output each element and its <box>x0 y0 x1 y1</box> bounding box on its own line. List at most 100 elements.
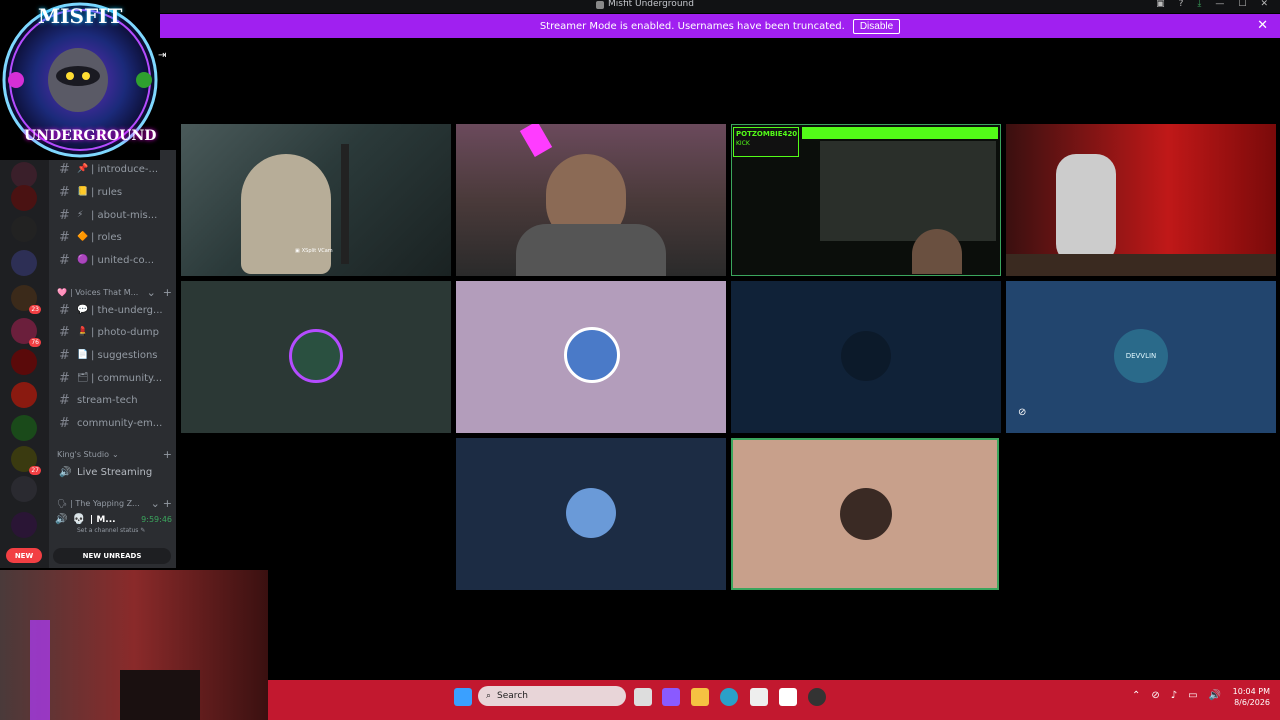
server-icon[interactable] <box>11 382 37 408</box>
avatar-tile-3[interactable] <box>731 281 1001 433</box>
video-tile-screenshare-kick[interactable]: POTZOMBIE420 KICK <box>731 124 1001 276</box>
windows-start-icon[interactable] <box>454 688 472 706</box>
new-badge[interactable]: NEW <box>6 548 42 563</box>
server-icon[interactable] <box>11 349 37 375</box>
close-window-button[interactable]: ✕ <box>1260 0 1268 9</box>
camera-icon: ▣ <box>295 248 300 254</box>
channel-name: | introduce-... <box>91 163 159 175</box>
hash-icon: # <box>59 415 70 431</box>
channel-emoji: 💄 <box>77 327 89 337</box>
maximize-button[interactable]: ☐ <box>1238 0 1246 9</box>
server-icon[interactable] <box>11 250 37 276</box>
channel-item[interactable]: # community-em... <box>49 413 176 433</box>
channel-item[interactable]: # 📄 | suggestions <box>49 345 176 365</box>
taskbar-search[interactable]: ⌕ Search <box>478 686 626 706</box>
chevron-up-icon[interactable]: ⌃ <box>1132 690 1140 701</box>
channel-item[interactable]: # ⚡ | about-mis... <box>49 205 176 225</box>
disable-streamer-mode-button[interactable]: Disable <box>852 18 901 34</box>
kick-label: KICK <box>736 140 750 147</box>
channel-item[interactable]: # 💬 | the-underg... <box>49 300 176 320</box>
channel-emoji: 📄 <box>77 350 89 360</box>
channel-emoji: 🗂 <box>77 373 89 383</box>
channel-name: | about-mis... <box>91 209 158 221</box>
streamer-mode-banner: Streamer Mode is enabled. Usernames have… <box>160 14 1280 38</box>
channel-item[interactable]: # 💄 | photo-dump <box>49 322 176 342</box>
new-unreads-button[interactable]: NEW UNREADS <box>53 548 171 564</box>
microphone-icon[interactable]: ♪ <box>1171 690 1177 701</box>
chevron-down-icon: ⌄ <box>112 450 119 459</box>
edge-icon[interactable] <box>720 688 738 706</box>
hash-icon: # <box>59 324 70 340</box>
add-channel-icon[interactable]: + <box>163 497 172 510</box>
speaker-icon: 🔊 <box>59 466 72 478</box>
obs-icon[interactable] <box>808 688 826 706</box>
avatar-text: DEVVLIN <box>1125 352 1157 360</box>
system-clock[interactable]: 10:04 PM 8/6/2026 <box>1233 686 1270 708</box>
collapse-icon[interactable]: ⇥ <box>158 50 166 61</box>
server-icon[interactable] <box>11 415 37 441</box>
server-list: 23 76 27 <box>0 150 49 568</box>
mute-stream-icon[interactable]: ⊘ <box>1018 407 1026 418</box>
server-icon[interactable] <box>11 216 37 242</box>
store-icon[interactable] <box>750 688 768 706</box>
hash-icon: # <box>59 161 70 177</box>
hash-icon: # <box>59 184 70 200</box>
notepad-icon[interactable] <box>779 688 797 706</box>
video-tile-cam-4[interactable] <box>1006 124 1276 276</box>
channel-emoji: 💬 <box>77 305 89 315</box>
channel-item[interactable]: # 📒 | rules <box>49 182 176 202</box>
hash-icon: # <box>59 347 70 363</box>
server-icon[interactable]: 23 <box>11 285 41 314</box>
server-icon[interactable]: 76 <box>11 318 41 347</box>
voice-channel-live-streaming[interactable]: 🔊 Live Streaming <box>49 462 176 482</box>
channel-item[interactable]: # stream-tech <box>49 390 176 410</box>
network-icon[interactable]: ⊘ <box>1151 690 1159 701</box>
channel-emoji: ⚡ <box>77 210 84 220</box>
video-tile-cam-1[interactable]: ▣ XSplit VCam <box>181 124 451 276</box>
minimize-button[interactable]: — <box>1215 0 1224 9</box>
server-icon[interactable] <box>11 512 37 538</box>
clock-time: 10:04 PM <box>1232 687 1270 696</box>
server-icon[interactable] <box>11 185 37 211</box>
category-kings-studio[interactable]: King's Studio ⌄ + <box>57 448 172 461</box>
channel-name: | rules <box>91 186 123 198</box>
avatar-tile-4[interactable]: DEVVLIN ⊘ <box>1006 281 1276 433</box>
download-icon[interactable]: ⤓ <box>1197 0 1201 9</box>
display-icon[interactable]: ▭ <box>1188 690 1197 701</box>
kick-channel-title: POTZOMBIE420 <box>736 130 798 138</box>
server-icon[interactable]: 27 <box>11 446 41 475</box>
channel-item[interactable]: # 🔶 | roles <box>49 227 176 247</box>
inbox-icon[interactable]: ▣ <box>1156 0 1165 9</box>
channel-item[interactable]: # 🗂 | community... <box>49 368 176 388</box>
skull-icon: 💀 <box>72 514 85 525</box>
help-icon[interactable]: ? <box>1179 0 1184 9</box>
avatar-tile-6-speaking[interactable] <box>731 438 999 590</box>
kick-overlay: POTZOMBIE420 KICK <box>733 127 799 157</box>
add-channel-icon[interactable]: + <box>163 448 172 461</box>
file-explorer-icon[interactable] <box>691 688 709 706</box>
user-avatar: DEVVLIN <box>1114 329 1168 383</box>
category-yapping[interactable]: 🗣 | The Yapping Z... ⌄ + <box>57 497 172 510</box>
channel-name: stream-tech <box>77 394 138 406</box>
channel-item[interactable]: # 🟣 | united-co... <box>49 250 176 270</box>
channel-name: | community... <box>91 372 163 384</box>
close-icon[interactable]: ✕ <box>1257 18 1268 33</box>
volume-icon[interactable]: 🔊 <box>1209 690 1221 701</box>
voice-user-row[interactable]: 🔊 💀 | M... 9:59:46 Set a channel status … <box>55 514 172 542</box>
add-channel-icon[interactable]: + <box>163 286 172 299</box>
avatar-tile-1[interactable] <box>181 281 451 433</box>
hash-icon: # <box>59 370 70 386</box>
avatar-tile-5[interactable] <box>456 438 726 590</box>
channel-item[interactable]: # 📌 | introduce-... <box>49 159 176 179</box>
channel-emoji: 🔶 <box>77 232 89 242</box>
channel-status[interactable]: Set a channel status ✎ <box>55 527 172 534</box>
category-voices[interactable]: 🩷 | Voices That M... ⌄ + <box>57 286 172 299</box>
copilot-icon[interactable] <box>662 688 680 706</box>
avatar-tile-2[interactable] <box>456 281 726 433</box>
video-tile-cam-2[interactable] <box>456 124 726 276</box>
mention-badge: 27 <box>29 466 41 475</box>
channel-emoji: 🟣 <box>77 255 89 265</box>
server-icon[interactable] <box>11 476 37 502</box>
chevron-down-icon: ⌄ <box>150 497 160 510</box>
task-view-icon[interactable] <box>634 688 652 706</box>
